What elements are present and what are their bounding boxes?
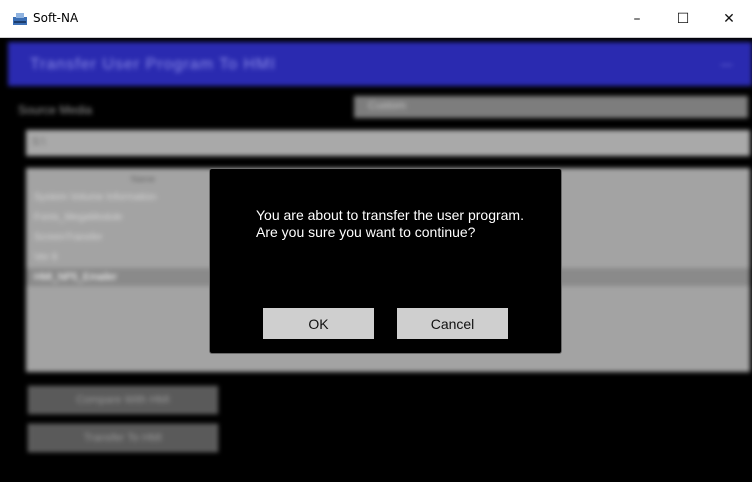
header-menu-icon[interactable]: —	[721, 59, 732, 71]
list-item[interactable]: System Volume Information	[34, 192, 156, 203]
source-media-label: Source Media	[18, 103, 93, 117]
path-field[interactable]: S:\	[26, 130, 750, 156]
file-list-header: Name	[131, 174, 156, 184]
app-window: Soft-NA – ☐ ✕ Transfer User Program To H…	[0, 0, 752, 482]
list-item[interactable]: ScreenTransfer	[34, 232, 103, 243]
list-item[interactable]: Ver 8	[34, 252, 57, 263]
list-item[interactable]: Fonts_MegaModule	[34, 212, 122, 223]
page-title: Transfer User Program To HMI	[30, 56, 276, 73]
app-icon	[13, 13, 27, 25]
maximize-button[interactable]: ☐	[660, 0, 706, 38]
cancel-button[interactable]: Cancel	[397, 308, 508, 339]
path-value: S:\	[32, 136, 46, 148]
window-title: Soft-NA	[33, 11, 79, 25]
dialog-message: You are about to transfer the user progr…	[256, 207, 524, 240]
minimize-button[interactable]: –	[614, 0, 660, 38]
transfer-to-hmi-button[interactable]: Transfer To HMI	[28, 424, 218, 452]
page-header: Transfer User Program To HMI —	[8, 42, 752, 86]
ok-button[interactable]: OK	[263, 308, 374, 339]
confirm-dialog: You are about to transfer the user progr…	[209, 168, 562, 354]
source-media-select[interactable]: Custom	[354, 96, 748, 118]
close-button[interactable]: ✕	[706, 0, 752, 38]
list-item[interactable]: HMI_NP5_Emailer	[34, 272, 117, 283]
source-media-value: Custom	[368, 100, 406, 112]
title-bar: Soft-NA – ☐ ✕	[0, 0, 752, 38]
compare-with-hmi-button[interactable]: Compare With HMI	[28, 386, 218, 414]
